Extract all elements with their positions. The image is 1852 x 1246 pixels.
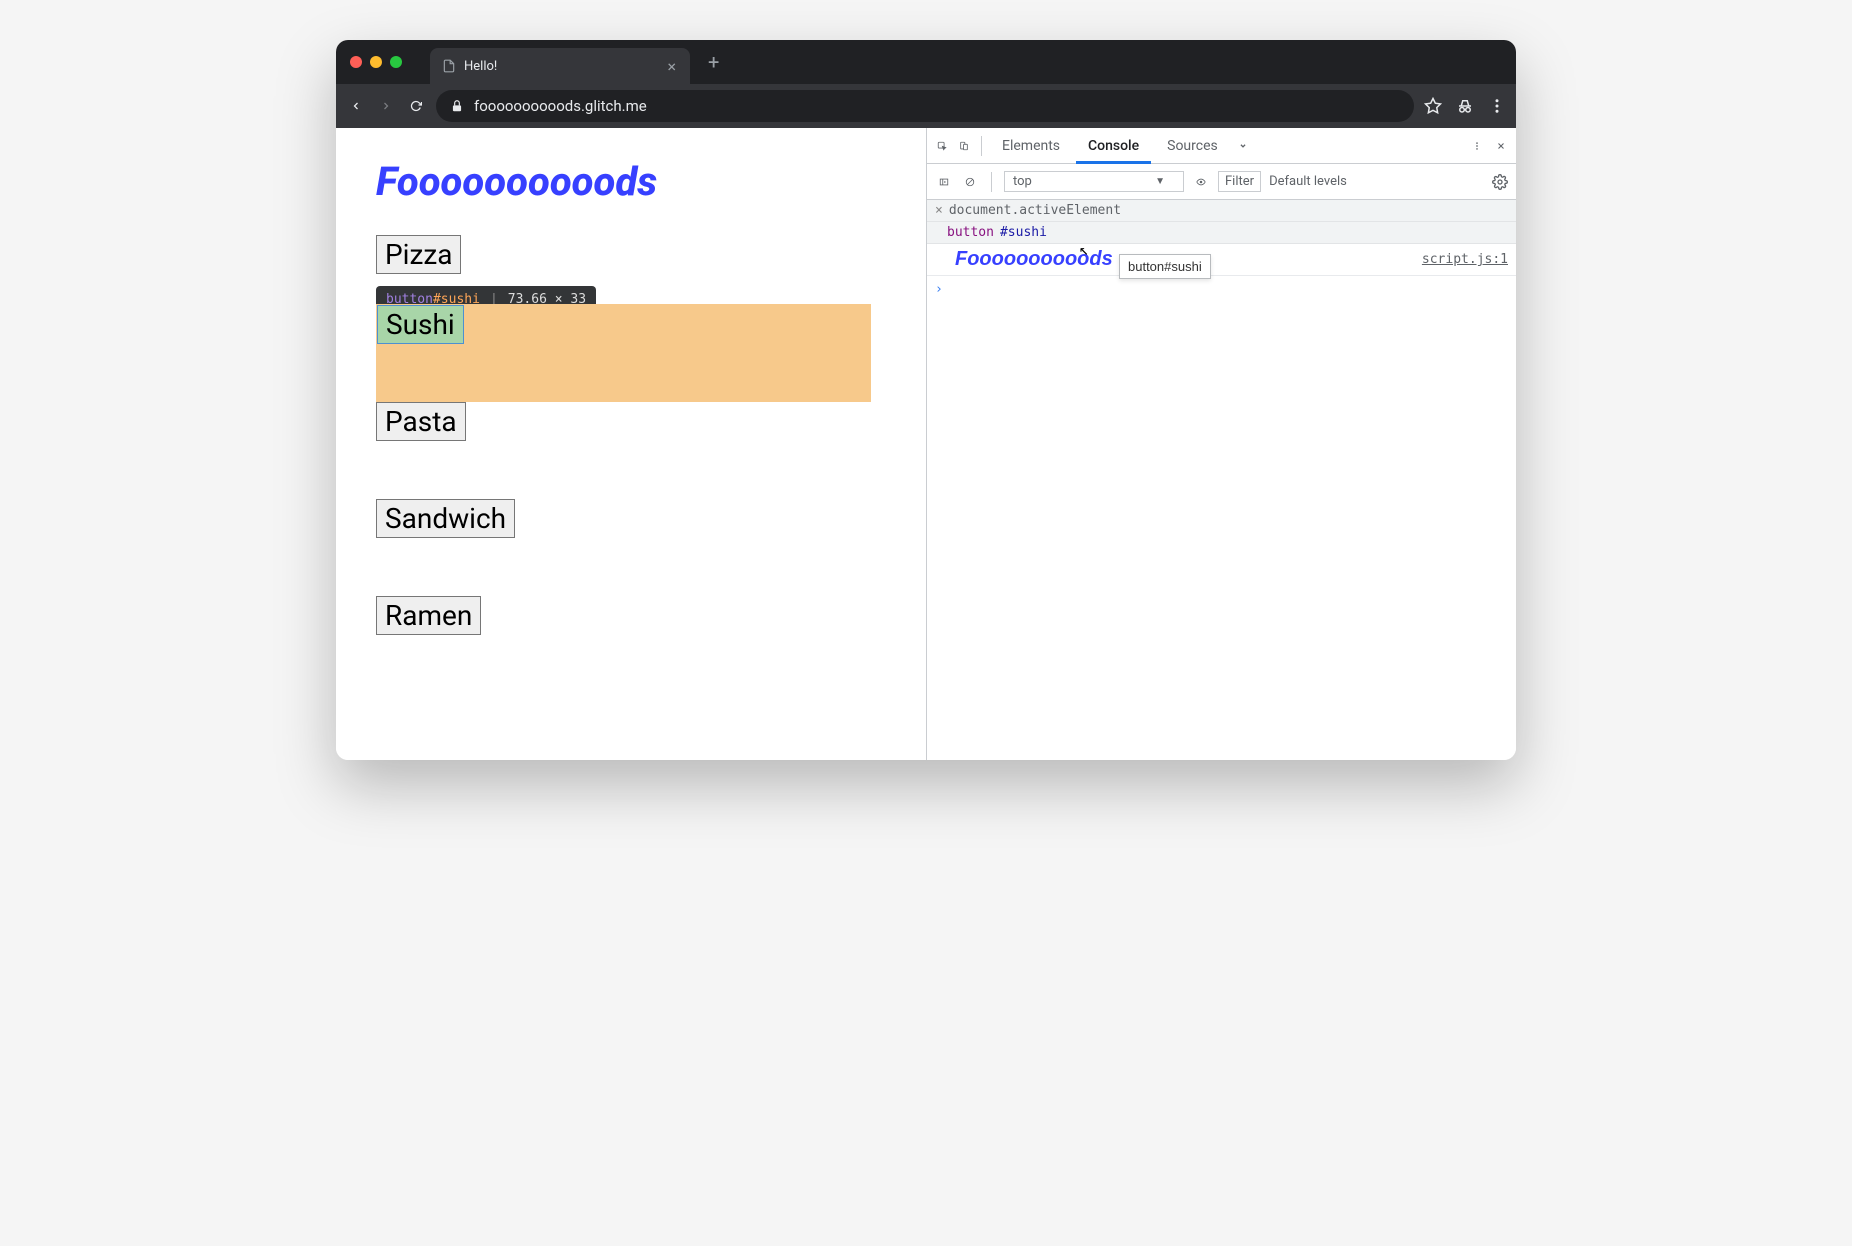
tab-elements[interactable]: Elements [990, 128, 1072, 164]
close-devtools-icon[interactable] [1492, 137, 1510, 155]
more-tabs-icon[interactable] [1234, 137, 1252, 155]
food-button-pizza[interactable]: Pizza [376, 235, 461, 274]
reload-button[interactable] [406, 96, 426, 116]
console-prompt[interactable]: › [927, 276, 1516, 303]
context-value: top [1013, 174, 1032, 189]
browser-tab[interactable]: Hello! × [430, 48, 690, 84]
log-source-link[interactable]: script.js:1 [1422, 252, 1508, 267]
console-body: × document.activeElement button #sushi Fo… [927, 200, 1516, 760]
page-content: Foooooooooods button#sushi | 73.66 × 33 … [336, 128, 926, 760]
page-heading: Foooooooooods [376, 158, 886, 205]
expression-result[interactable]: button #sushi [927, 222, 1516, 244]
minimize-window-button[interactable] [370, 56, 382, 68]
lock-icon [450, 99, 464, 113]
food-button-pasta[interactable]: Pasta [376, 402, 466, 441]
live-expression-icon[interactable] [1192, 173, 1210, 191]
content-area: Foooooooooods button#sushi | 73.66 × 33 … [336, 128, 1516, 760]
food-button-ramen[interactable]: Ramen [376, 596, 481, 635]
food-button-sushi[interactable]: Sushi [377, 305, 464, 344]
expression-text: document.activeElement [949, 203, 1121, 218]
result-id: #sushi [1000, 225, 1047, 240]
chevron-down-icon: ▼ [1155, 176, 1165, 187]
live-expression-row: × document.activeElement [927, 200, 1516, 222]
console-toolbar: top ▼ Filter Default levels [927, 164, 1516, 200]
tab-console[interactable]: Console [1076, 128, 1151, 164]
cursor-icon: ↖ [1079, 240, 1089, 259]
console-sidebar-toggle-icon[interactable] [935, 173, 953, 191]
toolbar: foooooooooods.glitch.me [336, 84, 1516, 128]
device-toggle-icon[interactable] [955, 137, 973, 155]
devtools-panel: Elements Console Sources top ▼ [926, 128, 1516, 760]
filter-input[interactable]: Filter [1218, 171, 1261, 192]
file-icon [442, 59, 456, 73]
context-selector[interactable]: top ▼ [1004, 171, 1184, 192]
tab-title: Hello! [464, 59, 497, 74]
menu-button[interactable] [1488, 97, 1506, 115]
log-levels[interactable]: Default levels [1269, 174, 1347, 189]
maximize-window-button[interactable] [390, 56, 402, 68]
close-tab-button[interactable]: × [665, 57, 678, 76]
devtools-menu-icon[interactable] [1468, 137, 1486, 155]
separator [981, 136, 982, 156]
hover-tooltip: button#sushi [1119, 254, 1211, 279]
back-button[interactable] [346, 96, 366, 116]
tab-sources[interactable]: Sources [1155, 128, 1230, 164]
devtools-tabbar: Elements Console Sources [927, 128, 1516, 164]
address-bar[interactable]: foooooooooods.glitch.me [436, 90, 1414, 122]
gear-icon[interactable] [1492, 174, 1508, 190]
inspect-element-icon[interactable] [933, 137, 951, 155]
url-text: foooooooooods.glitch.me [474, 97, 647, 115]
remove-expression-button[interactable]: × [935, 203, 943, 218]
traffic-lights [350, 56, 402, 68]
browser-window: Hello! × + foooooooooods.glitch.me Foooo… [336, 40, 1516, 760]
close-window-button[interactable] [350, 56, 362, 68]
highlight-margin-box: Sushi [376, 304, 871, 402]
titlebar: Hello! × + [336, 40, 1516, 84]
console-log-row: Foooooooooods script.js:1 [927, 244, 1516, 276]
result-tag: button [947, 225, 994, 240]
forward-button[interactable] [376, 96, 396, 116]
clear-console-icon[interactable] [961, 173, 979, 191]
food-button-sandwich[interactable]: Sandwich [376, 499, 515, 538]
incognito-icon[interactable] [1456, 97, 1474, 115]
bookmark-star-icon[interactable] [1424, 97, 1442, 115]
new-tab-button[interactable]: + [708, 50, 719, 74]
separator [991, 172, 992, 192]
